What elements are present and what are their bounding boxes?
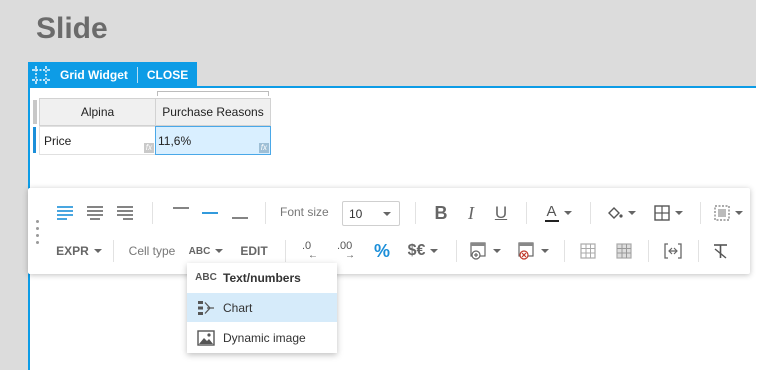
toolbar-divider (700, 202, 701, 224)
toolbar-drag-handle[interactable] (35, 220, 39, 244)
font-size-label: Font size (280, 205, 329, 219)
currency-format-button[interactable]: $€ (404, 238, 442, 264)
font-color-button[interactable]: A (540, 201, 576, 225)
widget-label: Grid Widget (60, 67, 128, 82)
font-size-select[interactable]: 10 (342, 201, 400, 226)
menu-item-label: Chart (223, 300, 253, 315)
valign-middle-icon[interactable] (199, 202, 221, 224)
table-grid-icon[interactable] (576, 240, 600, 262)
column-header-alpina[interactable]: Alpina (39, 98, 156, 126)
chart-icon (195, 300, 217, 316)
formula-icon[interactable]: fx (143, 143, 154, 153)
image-icon (195, 329, 217, 346)
toolbar-divider (113, 240, 114, 262)
widget-select-icon[interactable] (30, 64, 52, 86)
column-header-purchase-reasons[interactable]: Purchase Reasons (155, 98, 271, 126)
cell-type-value: ABC (188, 245, 211, 257)
font-color-icon: A (546, 203, 557, 220)
close-button[interactable]: CLOSE (147, 68, 188, 82)
toolbar-divider (526, 202, 527, 224)
expr-label: EXPR (56, 244, 89, 258)
cell-style-icon (713, 205, 730, 221)
bold-button[interactable]: B (430, 201, 452, 225)
arrow-left-icon: ← (308, 250, 318, 261)
insert-rows-button[interactable] (466, 238, 504, 264)
percent-format-button[interactable]: % (370, 239, 394, 263)
toolbar-divider (648, 240, 649, 262)
menu-item-chart[interactable]: Chart (187, 293, 337, 322)
chevron-down-icon (627, 211, 636, 215)
expression-menu-button[interactable]: EXPR (54, 240, 104, 262)
slide-title: Slide (36, 12, 108, 45)
font-size-value: 10 (349, 206, 363, 221)
toolbar-divider (265, 202, 266, 224)
align-center-icon[interactable] (84, 202, 106, 224)
chevron-down-icon (674, 211, 683, 215)
abc-icon: ABC (195, 272, 217, 283)
cell-style-button[interactable] (710, 201, 746, 225)
increase-decimals-button[interactable]: .00 → (334, 238, 362, 264)
cell-type-menu: ABC Text/numbers Chart Dynamic image (187, 263, 337, 353)
toolbar-divider (285, 240, 286, 262)
data-row-handle[interactable] (33, 127, 36, 153)
selected-value-cell[interactable]: 11,6% fx (155, 126, 271, 155)
table-borders-icon (653, 205, 670, 221)
currency-label: $€ (407, 242, 426, 259)
column-selection-bracket (157, 91, 269, 96)
formula-icon[interactable]: fx (258, 143, 269, 153)
grid-widget-bar: Grid Widget CLOSE (28, 62, 197, 87)
toolbar-divider (590, 202, 591, 224)
table-remove-icon (517, 242, 534, 260)
menu-item-dynamic-image[interactable]: Dynamic image (187, 323, 337, 352)
toolbar-divider (152, 202, 153, 224)
chevron-down-icon (383, 212, 391, 216)
page-margin-bottom (0, 370, 770, 386)
chevron-down-icon (430, 249, 439, 253)
fill-color-button[interactable] (604, 201, 638, 225)
arrow-right-icon: → (345, 250, 355, 261)
borders-button[interactable] (650, 201, 686, 225)
chevron-down-icon (734, 211, 743, 215)
italic-button[interactable]: I (460, 201, 482, 225)
cell-type-label: Cell type (128, 244, 176, 258)
menu-item-label: Dynamic image (223, 330, 306, 345)
edit-button[interactable]: EDIT (238, 240, 270, 262)
underline-button[interactable]: U (490, 201, 512, 225)
table-add-icon (469, 242, 486, 260)
cell-value: 11,6% (158, 133, 192, 148)
page-margin-right (756, 0, 770, 386)
chevron-down-icon (93, 249, 102, 253)
widget-bar-divider (136, 66, 138, 83)
chevron-down-icon (563, 211, 572, 215)
toolbar-divider (698, 240, 699, 262)
valign-bottom-icon[interactable] (229, 202, 251, 224)
valign-top-icon[interactable] (170, 202, 192, 224)
row-label: Price (44, 133, 72, 148)
toolbar-divider (456, 240, 457, 262)
chevron-down-icon (492, 249, 501, 253)
chevron-down-icon (540, 249, 549, 253)
clear-formatting-icon[interactable] (708, 240, 734, 262)
fit-columns-icon[interactable] (660, 240, 686, 262)
toolbar-divider (564, 240, 565, 262)
menu-item-label: Text/numbers (223, 270, 301, 285)
decrease-decimals-button[interactable]: .0 ← (298, 238, 324, 264)
toolbar-divider (415, 202, 416, 224)
align-right-icon[interactable] (114, 202, 136, 224)
chevron-down-icon (215, 249, 224, 253)
header-row-handle[interactable] (33, 100, 37, 124)
menu-item-text-numbers[interactable]: ABC Text/numbers (187, 263, 337, 292)
paint-bucket-icon (607, 207, 623, 219)
table-header-icon[interactable] (612, 240, 636, 262)
font-color-swatch (544, 220, 559, 222)
cell-type-select[interactable]: ABC (187, 240, 225, 262)
delete-rows-button[interactable] (514, 238, 552, 264)
align-left-icon[interactable] (54, 202, 76, 224)
row-label-cell[interactable]: Price fx (39, 126, 156, 155)
